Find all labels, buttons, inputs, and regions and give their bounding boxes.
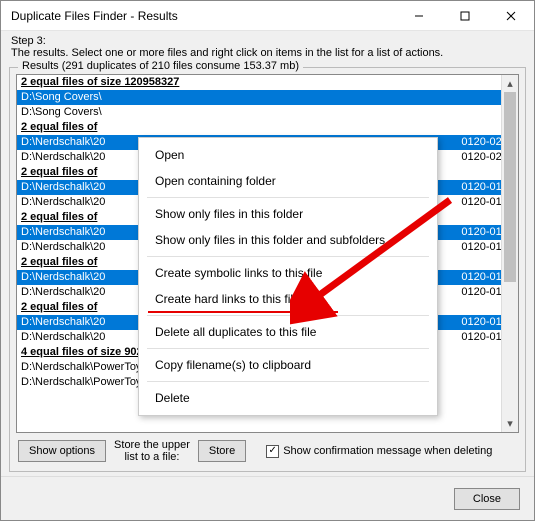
titlebar: Duplicate Files Finder - Results	[1, 1, 534, 31]
menu-separator	[147, 197, 429, 198]
confirm-label: Show confirmation message when deleting	[283, 445, 492, 457]
scrollbar[interactable]: ▴ ▾	[501, 75, 518, 432]
menu-item[interactable]: Create symbolic links to this file	[139, 260, 437, 286]
maximize-button[interactable]	[442, 1, 488, 31]
menu-item[interactable]: Open containing folder	[139, 168, 437, 194]
file-row[interactable]: D:\Song Covers\	[17, 105, 518, 120]
close-window-button[interactable]	[488, 1, 534, 31]
menu-item[interactable]: Open	[139, 142, 437, 168]
results-legend: Results (291 duplicates of 210 files con…	[18, 60, 303, 72]
window-title: Duplicate Files Finder - Results	[11, 9, 396, 23]
menu-separator	[147, 348, 429, 349]
annotation-underline	[148, 311, 338, 313]
file-path: D:\Song Covers\	[21, 105, 508, 120]
close-button[interactable]: Close	[454, 488, 520, 510]
group-header[interactable]: 2 equal files of	[17, 120, 518, 135]
file-path: D:\Song Covers\	[21, 90, 508, 105]
menu-item[interactable]: Copy filename(s) to clipboard	[139, 352, 437, 378]
group-header[interactable]: 2 equal files of size 120958327	[17, 75, 518, 90]
store-label: Store the upper list to a file:	[114, 439, 190, 463]
show-options-button[interactable]: Show options	[18, 440, 106, 462]
menu-item[interactable]: Delete all duplicates to this file	[139, 319, 437, 345]
menu-separator	[147, 315, 429, 316]
menu-item[interactable]: Show only files in this folder	[139, 201, 437, 227]
scroll-down-button[interactable]: ▾	[502, 415, 518, 432]
menu-separator	[147, 256, 429, 257]
store-button[interactable]: Store	[198, 440, 246, 462]
confirm-checkbox[interactable]: ✓ Show confirmation message when deletin…	[266, 445, 492, 458]
menu-separator	[147, 381, 429, 382]
bottom-bar: Show options Store the upper list to a f…	[16, 433, 519, 465]
menu-item[interactable]: Create hard links to this file	[139, 286, 437, 312]
minimize-button[interactable]	[396, 1, 442, 31]
scroll-up-button[interactable]: ▴	[502, 75, 518, 92]
context-menu: OpenOpen containing folder Show only file…	[138, 137, 438, 416]
menu-item[interactable]: Delete	[139, 385, 437, 411]
close-bar: Close	[1, 476, 534, 520]
step-heading: Step 3:	[11, 35, 524, 47]
file-row[interactable]: D:\Song Covers\	[17, 90, 518, 105]
step-description: The results. Select one or more files an…	[11, 47, 524, 59]
menu-item[interactable]: Show only files in this folder and subfo…	[139, 227, 437, 253]
scroll-thumb[interactable]	[504, 92, 516, 282]
checkbox-icon: ✓	[266, 445, 279, 458]
